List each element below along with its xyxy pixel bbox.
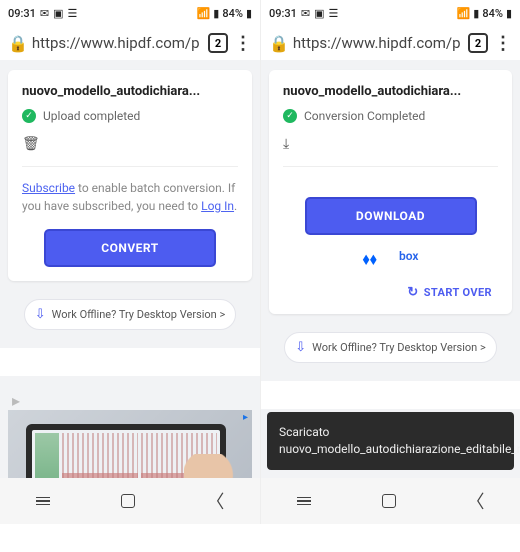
download-snackbar: Scaricato nuovo_modello_autodichiarazion… <box>267 412 514 470</box>
conversion-status-row: ✓ Conversion Completed <box>283 109 498 123</box>
android-nav-bar: 〈 <box>0 478 260 524</box>
nav-back-button[interactable]: 〈 <box>467 488 485 514</box>
upload-status-text: Upload completed <box>43 109 140 123</box>
camera-icon: ▣ <box>314 7 324 20</box>
phone-left: 09:31 ✉ ▣ ☰ 📶 ▮ 84% ▮ 🔒 https://www.hipd… <box>0 0 260 524</box>
start-over-button[interactable]: ↻ START OVER <box>283 269 498 300</box>
check-icon: ✓ <box>22 109 36 123</box>
lock-icon: 🔒 <box>8 34 28 53</box>
status-time: 09:31 <box>269 7 297 20</box>
battery-icon: ▮ <box>506 7 512 20</box>
signal-icon: ▮ <box>213 7 219 20</box>
file-name: nuovo_modello_autodichiara... <box>283 84 498 99</box>
login-link[interactable]: Log In <box>201 199 234 213</box>
file-card: nuovo_modello_autodichiara... ✓ Conversi… <box>269 70 512 314</box>
chat-icon: ☰ <box>329 7 339 20</box>
conversion-status-text: Conversion Completed <box>304 109 425 123</box>
whatsapp-icon: ✉ <box>301 7 310 20</box>
url-text: https://www.hipdf.com/p <box>293 34 462 52</box>
divider <box>22 166 238 167</box>
divider <box>283 166 498 167</box>
lock-icon: 🔒 <box>269 34 289 53</box>
tab-switcher[interactable]: 2 <box>208 33 228 53</box>
phone-right: 09:31 ✉ ▣ ☰ 📶 ▮ 84% ▮ 🔒 https://www.hipd… <box>260 0 520 524</box>
signal-icon: ▮ <box>473 7 479 20</box>
desktop-version-pill[interactable]: ⇩ Work Offline? Try Desktop Version > <box>24 299 236 330</box>
android-nav-bar: 〈 <box>261 478 520 524</box>
ad-toggle-icon[interactable]: ▸ <box>8 394 252 406</box>
reload-icon: ↻ <box>407 285 418 300</box>
batch-text: Subscribe to enable batch conversion. If… <box>22 179 238 215</box>
page-content: nuovo_modello_autodichiara... ✓ Upload c… <box>0 60 260 524</box>
file-card: nuovo_modello_autodichiara... ✓ Upload c… <box>8 70 252 281</box>
desktop-version-pill[interactable]: ⇩ Work Offline? Try Desktop Version > <box>284 332 496 363</box>
nav-recent-button[interactable] <box>297 497 311 506</box>
nav-home-button[interactable] <box>382 494 396 508</box>
wifi-icon: 📶 <box>457 7 471 20</box>
wifi-icon: 📶 <box>197 7 211 20</box>
nav-recent-button[interactable] <box>36 497 50 506</box>
convert-button[interactable]: CONVERT <box>44 229 217 267</box>
camera-icon: ▣ <box>53 7 63 20</box>
desktop-text: Work Offline? Try Desktop Version > <box>312 341 486 354</box>
upload-status-row: ✓ Upload completed <box>22 109 238 123</box>
nav-home-button[interactable] <box>121 494 135 508</box>
menu-dots-icon[interactable]: ⋮ <box>494 33 512 54</box>
tab-switcher[interactable]: 2 <box>468 33 488 53</box>
cloud-row: ⬧⬧ box <box>283 249 498 269</box>
desktop-icon: ⇩ <box>35 307 46 322</box>
nav-back-button[interactable]: 〈 <box>206 488 224 514</box>
status-bar: 09:31 ✉ ▣ ☰ 📶 ▮ 84% ▮ <box>261 0 520 26</box>
browser-url-bar[interactable]: 🔒 https://www.hipdf.com/p 2 ⋮ <box>0 26 260 60</box>
download-small-icon[interactable]: ⤓ <box>283 136 289 152</box>
chat-icon: ☰ <box>68 7 78 20</box>
snackbar-text: Scaricato nuovo_modello_autodichiarazion… <box>279 424 520 458</box>
file-name: nuovo_modello_autodichiara... <box>22 84 238 99</box>
battery-icon: ▮ <box>246 7 252 20</box>
download-button[interactable]: DOWNLOAD <box>305 197 477 235</box>
battery-pct: 84% <box>222 7 243 20</box>
url-text: https://www.hipdf.com/p <box>32 34 202 52</box>
check-icon: ✓ <box>283 109 297 123</box>
battery-pct: 84% <box>482 7 503 20</box>
desktop-icon: ⇩ <box>295 340 306 355</box>
ad-marker-icon: ▸ <box>243 412 248 423</box>
box-link[interactable]: box <box>399 249 419 269</box>
trash-icon[interactable]: 🗑 <box>22 136 40 152</box>
menu-dots-icon[interactable]: ⋮ <box>234 33 252 54</box>
status-time: 09:31 <box>8 7 36 20</box>
dropbox-icon[interactable]: ⬧⬧ <box>363 249 377 269</box>
status-bar: 09:31 ✉ ▣ ☰ 📶 ▮ 84% ▮ <box>0 0 260 26</box>
desktop-text: Work Offline? Try Desktop Version > <box>52 308 226 321</box>
start-over-text: START OVER <box>424 286 492 299</box>
browser-url-bar[interactable]: 🔒 https://www.hipdf.com/p 2 ⋮ <box>261 26 520 60</box>
subscribe-link[interactable]: Subscribe <box>22 181 75 195</box>
whatsapp-icon: ✉ <box>40 7 49 20</box>
